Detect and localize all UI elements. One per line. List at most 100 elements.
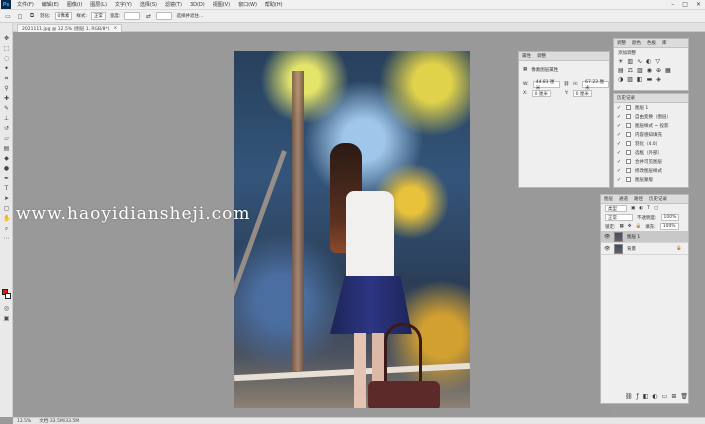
path-select-icon[interactable]: ➤ bbox=[3, 195, 10, 202]
new-adjustment-icon[interactable]: ◐ bbox=[652, 393, 657, 400]
healing-brush-icon[interactable]: ✚ bbox=[3, 95, 10, 102]
layer-row[interactable]: 👁 图层 1 bbox=[601, 231, 688, 243]
hue-icon[interactable]: ▤ bbox=[618, 67, 624, 74]
check-icon[interactable]: ✓ bbox=[616, 105, 622, 111]
checkbox[interactable] bbox=[626, 114, 631, 119]
layer-kind-select[interactable]: 类型 bbox=[605, 205, 627, 212]
crop-tool-icon[interactable]: ⌗ bbox=[3, 75, 10, 82]
eyedropper-icon[interactable]: ⚲ bbox=[3, 85, 10, 92]
menu-file[interactable]: 文件(F) bbox=[13, 1, 38, 8]
history-item[interactable]: ✓ 图层样式 ~ 投影 bbox=[616, 121, 688, 130]
menu-edit[interactable]: 编辑(E) bbox=[38, 1, 63, 8]
delete-layer-icon[interactable]: 🗑 bbox=[680, 393, 688, 400]
invert-icon[interactable]: ◑ bbox=[618, 76, 623, 83]
y-field[interactable]: 0 厘米 bbox=[572, 90, 592, 97]
filter-shape-icon[interactable]: ▢ bbox=[654, 206, 658, 211]
h-field[interactable]: 67.23 厘米 bbox=[582, 80, 609, 91]
link-layers-icon[interactable]: ⛓ bbox=[625, 393, 633, 400]
tab-adjust[interactable]: 调整 bbox=[617, 40, 626, 46]
check-icon[interactable]: ✓ bbox=[616, 159, 622, 165]
photo-filter-icon[interactable]: ◉ bbox=[647, 67, 652, 74]
height-input[interactable] bbox=[156, 12, 173, 20]
maximize-button[interactable]: □ bbox=[682, 1, 688, 8]
check-icon[interactable]: ✓ bbox=[616, 150, 622, 156]
lookup-icon[interactable]: ▦ bbox=[665, 67, 671, 74]
gradient-tool-icon[interactable]: ▤ bbox=[3, 145, 10, 152]
selective-color-icon[interactable]: ◈ bbox=[656, 76, 661, 83]
move-tool-icon[interactable]: ✥ bbox=[3, 35, 10, 42]
history-brush-icon[interactable]: ↺ bbox=[3, 125, 10, 132]
feather-input[interactable]: 0像素 bbox=[54, 12, 73, 20]
x-field[interactable]: 0 厘米 bbox=[531, 90, 551, 97]
brush-tool-icon[interactable]: ✎ bbox=[3, 105, 10, 112]
check-icon[interactable]: ✓ bbox=[616, 168, 622, 174]
check-icon[interactable]: ✓ bbox=[616, 177, 622, 183]
eraser-tool-icon[interactable]: ▱ bbox=[3, 135, 10, 142]
menu-help[interactable]: 帮助(H) bbox=[261, 1, 287, 8]
fx-icon[interactable]: ƒ bbox=[637, 393, 639, 400]
filter-text-icon[interactable]: T bbox=[647, 206, 650, 211]
history-item[interactable]: ✓ 内容感知填充 bbox=[616, 130, 688, 139]
filter-image-icon[interactable]: ▣ bbox=[631, 206, 635, 211]
exposure-icon[interactable]: ◐ bbox=[646, 58, 651, 65]
curves-icon[interactable]: ∿ bbox=[637, 58, 642, 65]
checkbox[interactable] bbox=[626, 168, 631, 173]
tab-history[interactable]: 历史记录 bbox=[617, 95, 635, 101]
threshold-icon[interactable]: ◧ bbox=[637, 76, 643, 83]
checkbox[interactable] bbox=[626, 141, 631, 146]
zoom-level[interactable]: 12.5% bbox=[17, 419, 31, 424]
blur-tool-icon[interactable]: ◆ bbox=[3, 155, 10, 162]
tab-history-2[interactable]: 历史记录 bbox=[649, 196, 667, 202]
menu-layer[interactable]: 图层(L) bbox=[86, 1, 111, 8]
document-tab[interactable]: 2021111.jpg @ 12.5% (图层 1, RGB/8*) × bbox=[17, 24, 123, 32]
black-white-icon[interactable]: ▨ bbox=[637, 67, 643, 74]
posterize-icon[interactable]: ▧ bbox=[627, 76, 633, 83]
tab-color[interactable]: 颜色 bbox=[632, 40, 641, 46]
checkbox[interactable] bbox=[626, 132, 631, 137]
shape-tool-icon[interactable]: ▢ bbox=[3, 205, 10, 212]
opacity-field[interactable]: 100% bbox=[660, 214, 680, 221]
layer-name[interactable]: 图层 1 bbox=[627, 234, 640, 240]
magic-wand-icon[interactable]: ✦ bbox=[3, 65, 10, 72]
more-tools-icon[interactable]: ⋯ bbox=[3, 235, 10, 242]
checkbox[interactable] bbox=[626, 123, 631, 128]
history-item[interactable]: ✓ 图层 1 bbox=[616, 103, 688, 112]
tab-swatches[interactable]: 色板 bbox=[647, 40, 656, 46]
tab-channels[interactable]: 通道 bbox=[619, 196, 628, 202]
minimize-button[interactable]: – bbox=[671, 1, 674, 8]
checkbox[interactable] bbox=[626, 159, 631, 164]
lasso-tool-icon[interactable]: ◌ bbox=[3, 55, 10, 62]
hand-tool-icon[interactable]: ✋ bbox=[3, 215, 10, 222]
menu-view[interactable]: 视图(V) bbox=[209, 1, 234, 8]
filter-adjust-icon[interactable]: ◐ bbox=[639, 206, 643, 211]
checkbox[interactable] bbox=[626, 150, 631, 155]
dodge-tool-icon[interactable]: ● bbox=[3, 165, 10, 172]
check-icon[interactable]: ✓ bbox=[616, 141, 622, 147]
visibility-eye-icon[interactable]: 👁 bbox=[604, 234, 610, 240]
tab-layers[interactable]: 图层 bbox=[604, 196, 613, 202]
check-icon[interactable]: ✓ bbox=[616, 114, 622, 120]
lock-position-icon[interactable]: ✥ bbox=[628, 224, 632, 229]
close-button[interactable]: ✕ bbox=[696, 1, 701, 8]
lock-pixels-icon[interactable]: ▦ bbox=[620, 224, 624, 229]
zoom-tool-icon[interactable]: ⌕ bbox=[3, 225, 10, 232]
tab-properties[interactable]: 属性 bbox=[522, 53, 531, 59]
style-select[interactable]: 正常 bbox=[90, 12, 106, 20]
new-group-icon[interactable]: ▭ bbox=[662, 393, 668, 400]
lock-all-icon[interactable]: 🔒 bbox=[636, 224, 642, 229]
menu-window[interactable]: 窗口(W) bbox=[234, 1, 261, 8]
marquee-tool-icon[interactable]: ⬚ bbox=[3, 45, 10, 52]
fill-field[interactable]: 100% bbox=[659, 223, 679, 230]
quick-mask-icon[interactable]: ◎ bbox=[3, 305, 10, 312]
width-input[interactable] bbox=[124, 12, 141, 20]
history-item[interactable]: ✓ 合并可见图层 bbox=[616, 157, 688, 166]
pen-tool-icon[interactable]: ✒ bbox=[3, 175, 10, 182]
type-tool-icon[interactable]: T bbox=[3, 185, 10, 192]
history-item[interactable]: ✓ 自由变换（图层） bbox=[616, 112, 688, 121]
menu-select[interactable]: 选择(S) bbox=[136, 1, 161, 8]
document-canvas-photo[interactable] bbox=[234, 51, 470, 408]
w-field[interactable]: 44.81 厘米 bbox=[532, 80, 560, 91]
menu-filter[interactable]: 滤镜(T) bbox=[161, 1, 186, 8]
background-color-swatch[interactable] bbox=[5, 293, 11, 299]
visibility-eye-icon[interactable]: 👁 bbox=[604, 246, 610, 252]
